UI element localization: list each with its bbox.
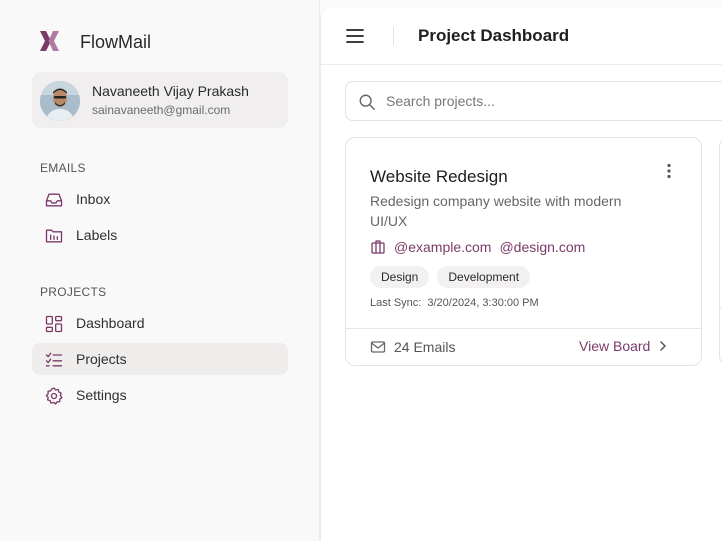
profile-name: Navaneeth Vijay Prakash xyxy=(92,83,249,99)
sidebar-item-label: Inbox xyxy=(76,191,111,207)
sidebar-item-label: Settings xyxy=(76,387,127,403)
sidebar-item-label: Labels xyxy=(76,227,118,243)
emails-count: 24 Emails xyxy=(370,339,455,355)
profile-email: sainavaneeth@gmail.com xyxy=(92,103,231,117)
list-check-icon xyxy=(45,352,63,367)
sidebar-item-labels[interactable]: Labels xyxy=(32,219,288,251)
avatar xyxy=(40,81,80,121)
card-divider xyxy=(346,328,701,329)
last-sync: Last Sync: 3/20/2024, 3:30:00 PM xyxy=(370,297,539,309)
user-profile[interactable]: Navaneeth Vijay Prakash sainavaneeth@gma… xyxy=(32,72,288,128)
project-domain: @design.com xyxy=(499,239,586,255)
main-content: Project Dashboard Website Redesign Redes… xyxy=(320,8,722,541)
sidebar-item-projects[interactable]: Projects xyxy=(32,343,288,375)
more-options-icon[interactable] xyxy=(660,162,678,180)
view-board-button[interactable]: View Board xyxy=(579,338,670,354)
dashboard-icon xyxy=(45,315,63,333)
folder-icon xyxy=(45,229,63,243)
gear-icon xyxy=(45,387,63,405)
last-sync-value: 3/20/2024, 3:30:00 PM xyxy=(427,297,539,309)
sidebar-item-dashboard[interactable]: Dashboard xyxy=(32,307,288,339)
project-card[interactable]: Website Redesign Redesign company websit… xyxy=(345,137,702,366)
project-tags: Design Development xyxy=(370,266,538,288)
sidebar-item-label: Dashboard xyxy=(76,315,145,331)
view-board-label: View Board xyxy=(579,338,651,354)
tag-badge: Development xyxy=(437,266,531,288)
app-name: FlowMail xyxy=(80,32,152,52)
section-label-emails: EMAILS xyxy=(40,161,86,175)
project-domain: @example.com xyxy=(394,239,492,255)
hamburger-menu-icon[interactable] xyxy=(345,26,365,46)
topbar: Project Dashboard xyxy=(321,8,722,65)
emails-count-label: 24 Emails xyxy=(394,339,456,355)
topbar-divider xyxy=(393,27,394,45)
mail-icon xyxy=(370,341,386,353)
last-sync-label: Last Sync: xyxy=(370,297,422,309)
search-bar[interactable] xyxy=(345,81,722,121)
avatar-photo-icon xyxy=(40,81,80,121)
chevron-right-icon xyxy=(660,341,667,351)
sidebar: FlowMail Navaneeth Vijay Prakash sainava… xyxy=(0,0,320,541)
building-icon xyxy=(371,240,385,254)
search-icon xyxy=(359,94,375,110)
inbox-icon xyxy=(45,193,63,207)
project-domains: @example.com @design.com xyxy=(370,239,593,255)
flowmail-logo-icon xyxy=(40,31,59,51)
page-title: Project Dashboard xyxy=(418,26,570,45)
project-description: Redesign company website with modern UI/… xyxy=(370,193,622,229)
app-logo[interactable]: FlowMail xyxy=(38,28,151,54)
search-input[interactable] xyxy=(386,90,716,112)
section-label-projects: PROJECTS xyxy=(40,285,107,299)
project-title: Website Redesign xyxy=(370,167,508,186)
sidebar-item-settings[interactable]: Settings xyxy=(32,379,288,411)
sidebar-item-inbox[interactable]: Inbox xyxy=(32,183,288,215)
tag-badge: Design xyxy=(370,266,430,288)
sidebar-item-label: Projects xyxy=(76,351,127,367)
